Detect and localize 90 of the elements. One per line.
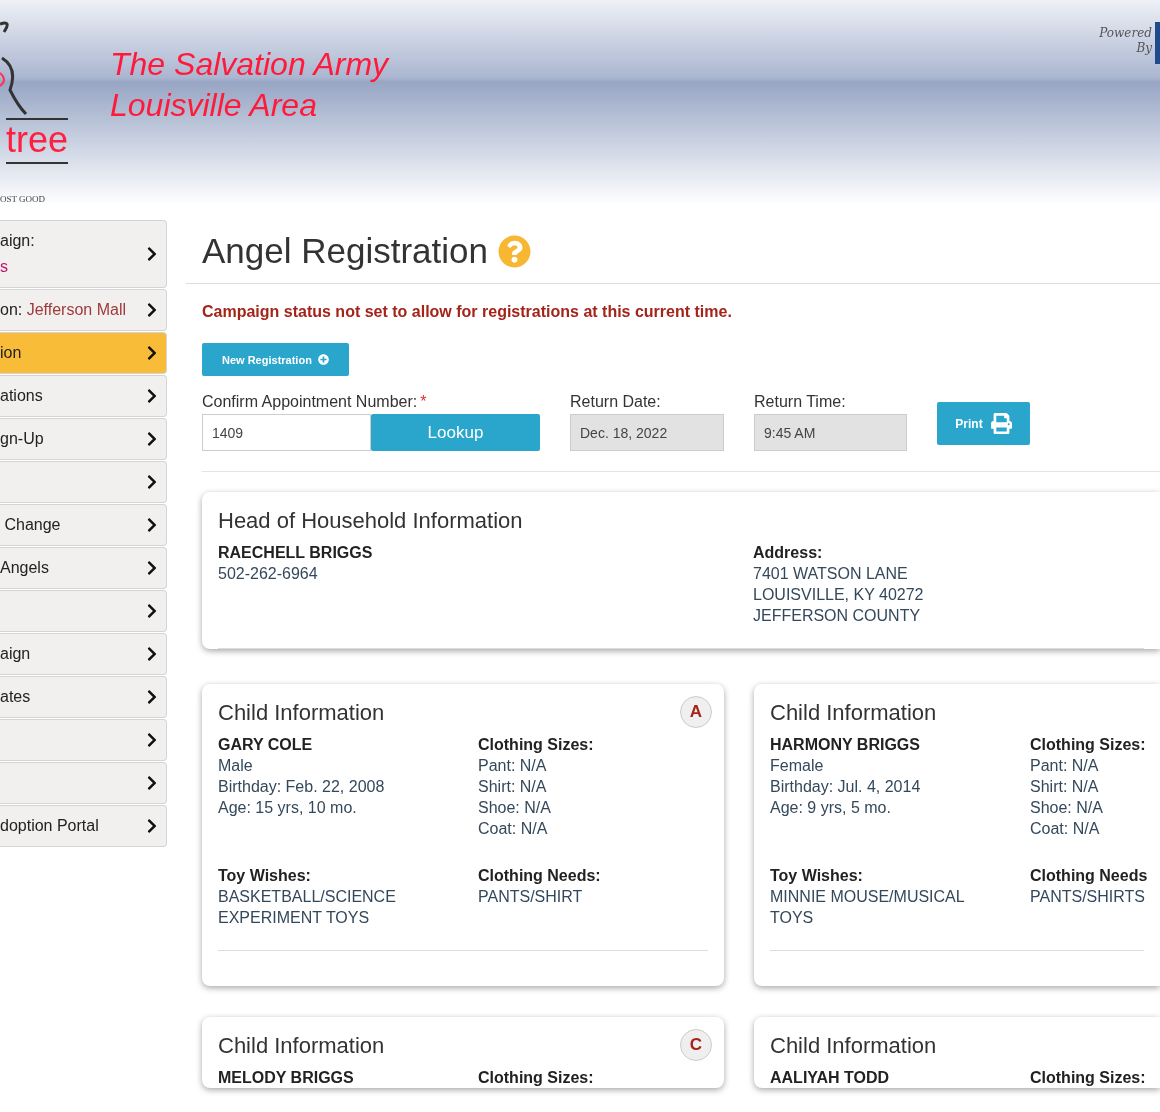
clothing-needs: PANTS/SHIRTS <box>1030 887 1146 907</box>
field-label: Address: <box>753 543 824 563</box>
clothing-size: Shirt: N/A <box>1030 777 1100 797</box>
chevron-right-icon <box>146 302 158 318</box>
chevron-right-icon <box>146 246 158 262</box>
sidebar-item[interactable]: aign: s <box>0 220 167 288</box>
field-label: Clothing Needs: <box>478 866 602 886</box>
child-detail: Male <box>218 756 254 776</box>
clothing-size: Shoe: N/A <box>1030 798 1104 818</box>
phone-number: 502-262-6964 <box>218 564 319 584</box>
toy-wishes: BASKETBALL/SCIENCE EXPERIMENT TOYS <box>218 887 397 928</box>
clothing-needs: PANTS/SHIRT <box>478 887 584 907</box>
address-line: LOUISVILLE, KY 40272 <box>753 585 925 605</box>
child-name: AALIYAH TODD <box>770 1068 891 1088</box>
clothing-size: Coat: N/A <box>478 819 549 839</box>
sidebar-item[interactable]: doption Portal <box>0 805 167 847</box>
child-detail: Birthday: Feb. 22, 2008 <box>218 777 386 797</box>
plus-icon <box>317 354 329 365</box>
child-detail: Birthday: Jul. 4, 2014 <box>770 777 922 797</box>
card-title: Child Information <box>218 700 385 726</box>
chevron-right-icon <box>146 431 158 447</box>
sidebar-item[interactable]: ations <box>0 375 167 417</box>
field-label: Clothing Needs <box>1030 866 1148 886</box>
field-label: Clothing Sizes: <box>1030 1068 1146 1088</box>
sidebar-item[interactable] <box>0 719 167 761</box>
address-line: JEFFERSON COUNTY <box>753 606 922 626</box>
sidebar-item[interactable]: aign <box>0 633 167 675</box>
chevron-right-icon <box>146 818 158 834</box>
required-mark: * <box>420 393 427 412</box>
chevron-right-icon <box>146 388 158 404</box>
site-title: Louisville Area <box>110 86 318 125</box>
return-time-input[interactable]: 9:45 AM <box>754 414 907 451</box>
brand-logo-icon <box>1155 22 1160 64</box>
powered-by-text: By <box>1136 41 1152 56</box>
return-date-input[interactable]: Dec. 18, 2022 <box>570 414 724 451</box>
household-name: RAECHELL BRIGGS <box>218 543 374 563</box>
chevron-right-icon <box>146 560 158 576</box>
clothing-size: Coat: N/A <box>1030 819 1101 839</box>
logo-text: tree <box>6 118 69 164</box>
chevron-right-icon <box>146 517 158 533</box>
status-message-text: Campaign status not set to allow for registrations at this current time. <box>202 303 733 321</box>
child-detail: Age: 9 yrs, 5 mo. <box>770 798 892 818</box>
field-label: Toy Wishes: <box>218 866 312 886</box>
help-icon[interactable] <box>498 234 531 268</box>
field-label: Return Time: <box>754 393 847 411</box>
field-label: Toy Wishes: <box>770 866 864 886</box>
sidebar-item[interactable]: Angels <box>0 547 167 589</box>
page-title: Angel Registration <box>202 231 488 271</box>
chevron-right-icon <box>146 732 158 748</box>
chevron-right-icon <box>146 474 158 490</box>
toy-wishes: MINNIE MOUSE/MUSICAL TOYS <box>770 887 966 928</box>
child-name: MELODY BRIGGS <box>218 1068 355 1088</box>
address-line: 7401 WATSON LANE <box>753 564 909 584</box>
field-label: Confirm Appointment Number: <box>202 393 418 411</box>
chevron-right-icon <box>146 345 158 361</box>
clothing-size: Pant: N/A <box>1030 756 1100 776</box>
clothing-size: Shoe: N/A <box>478 798 552 818</box>
sidebar-item[interactable]: ates <box>0 676 167 718</box>
appointment-number-input[interactable]: 1409 <box>202 414 371 451</box>
field-label: Clothing Sizes: <box>478 735 595 755</box>
clothing-size: Shirt: N/A <box>478 777 548 797</box>
child-detail: Female <box>770 756 825 776</box>
printer-icon <box>990 413 1012 434</box>
field-label: Return Date: <box>570 393 662 411</box>
card-title: Child Information <box>218 1033 385 1059</box>
card-title: Child Information <box>770 700 937 726</box>
sidebar-item[interactable]: gn-Up <box>0 418 167 460</box>
card-title: Head of Household Information <box>218 508 523 534</box>
sidebar-item[interactable]: on: Jefferson Mall <box>0 289 167 331</box>
child-detail: Age: 15 yrs, 10 mo. <box>218 798 358 818</box>
sidebar-item[interactable]: ion <box>0 332 167 374</box>
sidebar-item[interactable] <box>0 590 167 632</box>
field-label: Clothing Sizes: <box>478 1068 595 1088</box>
sidebar-item[interactable] <box>0 762 167 804</box>
sidebar-item[interactable]: Change <box>0 504 167 546</box>
clothing-size: Pant: N/A <box>478 756 548 776</box>
chevron-right-icon <box>146 646 158 662</box>
site-title: The Salvation Army <box>110 45 389 84</box>
powered-by-text: Powered <box>1099 26 1152 41</box>
letter-badge: A <box>680 696 712 728</box>
sidebar-item[interactable] <box>0 461 167 503</box>
child-name: HARMONY BRIGGS <box>770 735 921 755</box>
chevron-right-icon <box>146 689 158 705</box>
field-label: Clothing Sizes: <box>1030 735 1146 755</box>
card-title: Child Information <box>770 1033 937 1059</box>
chevron-right-icon <box>146 603 158 619</box>
letter-badge: C <box>680 1029 712 1061</box>
child-name: GARY COLE <box>218 735 314 755</box>
chevron-right-icon <box>146 775 158 791</box>
logo-tagline: OST GOOD <box>0 194 46 204</box>
